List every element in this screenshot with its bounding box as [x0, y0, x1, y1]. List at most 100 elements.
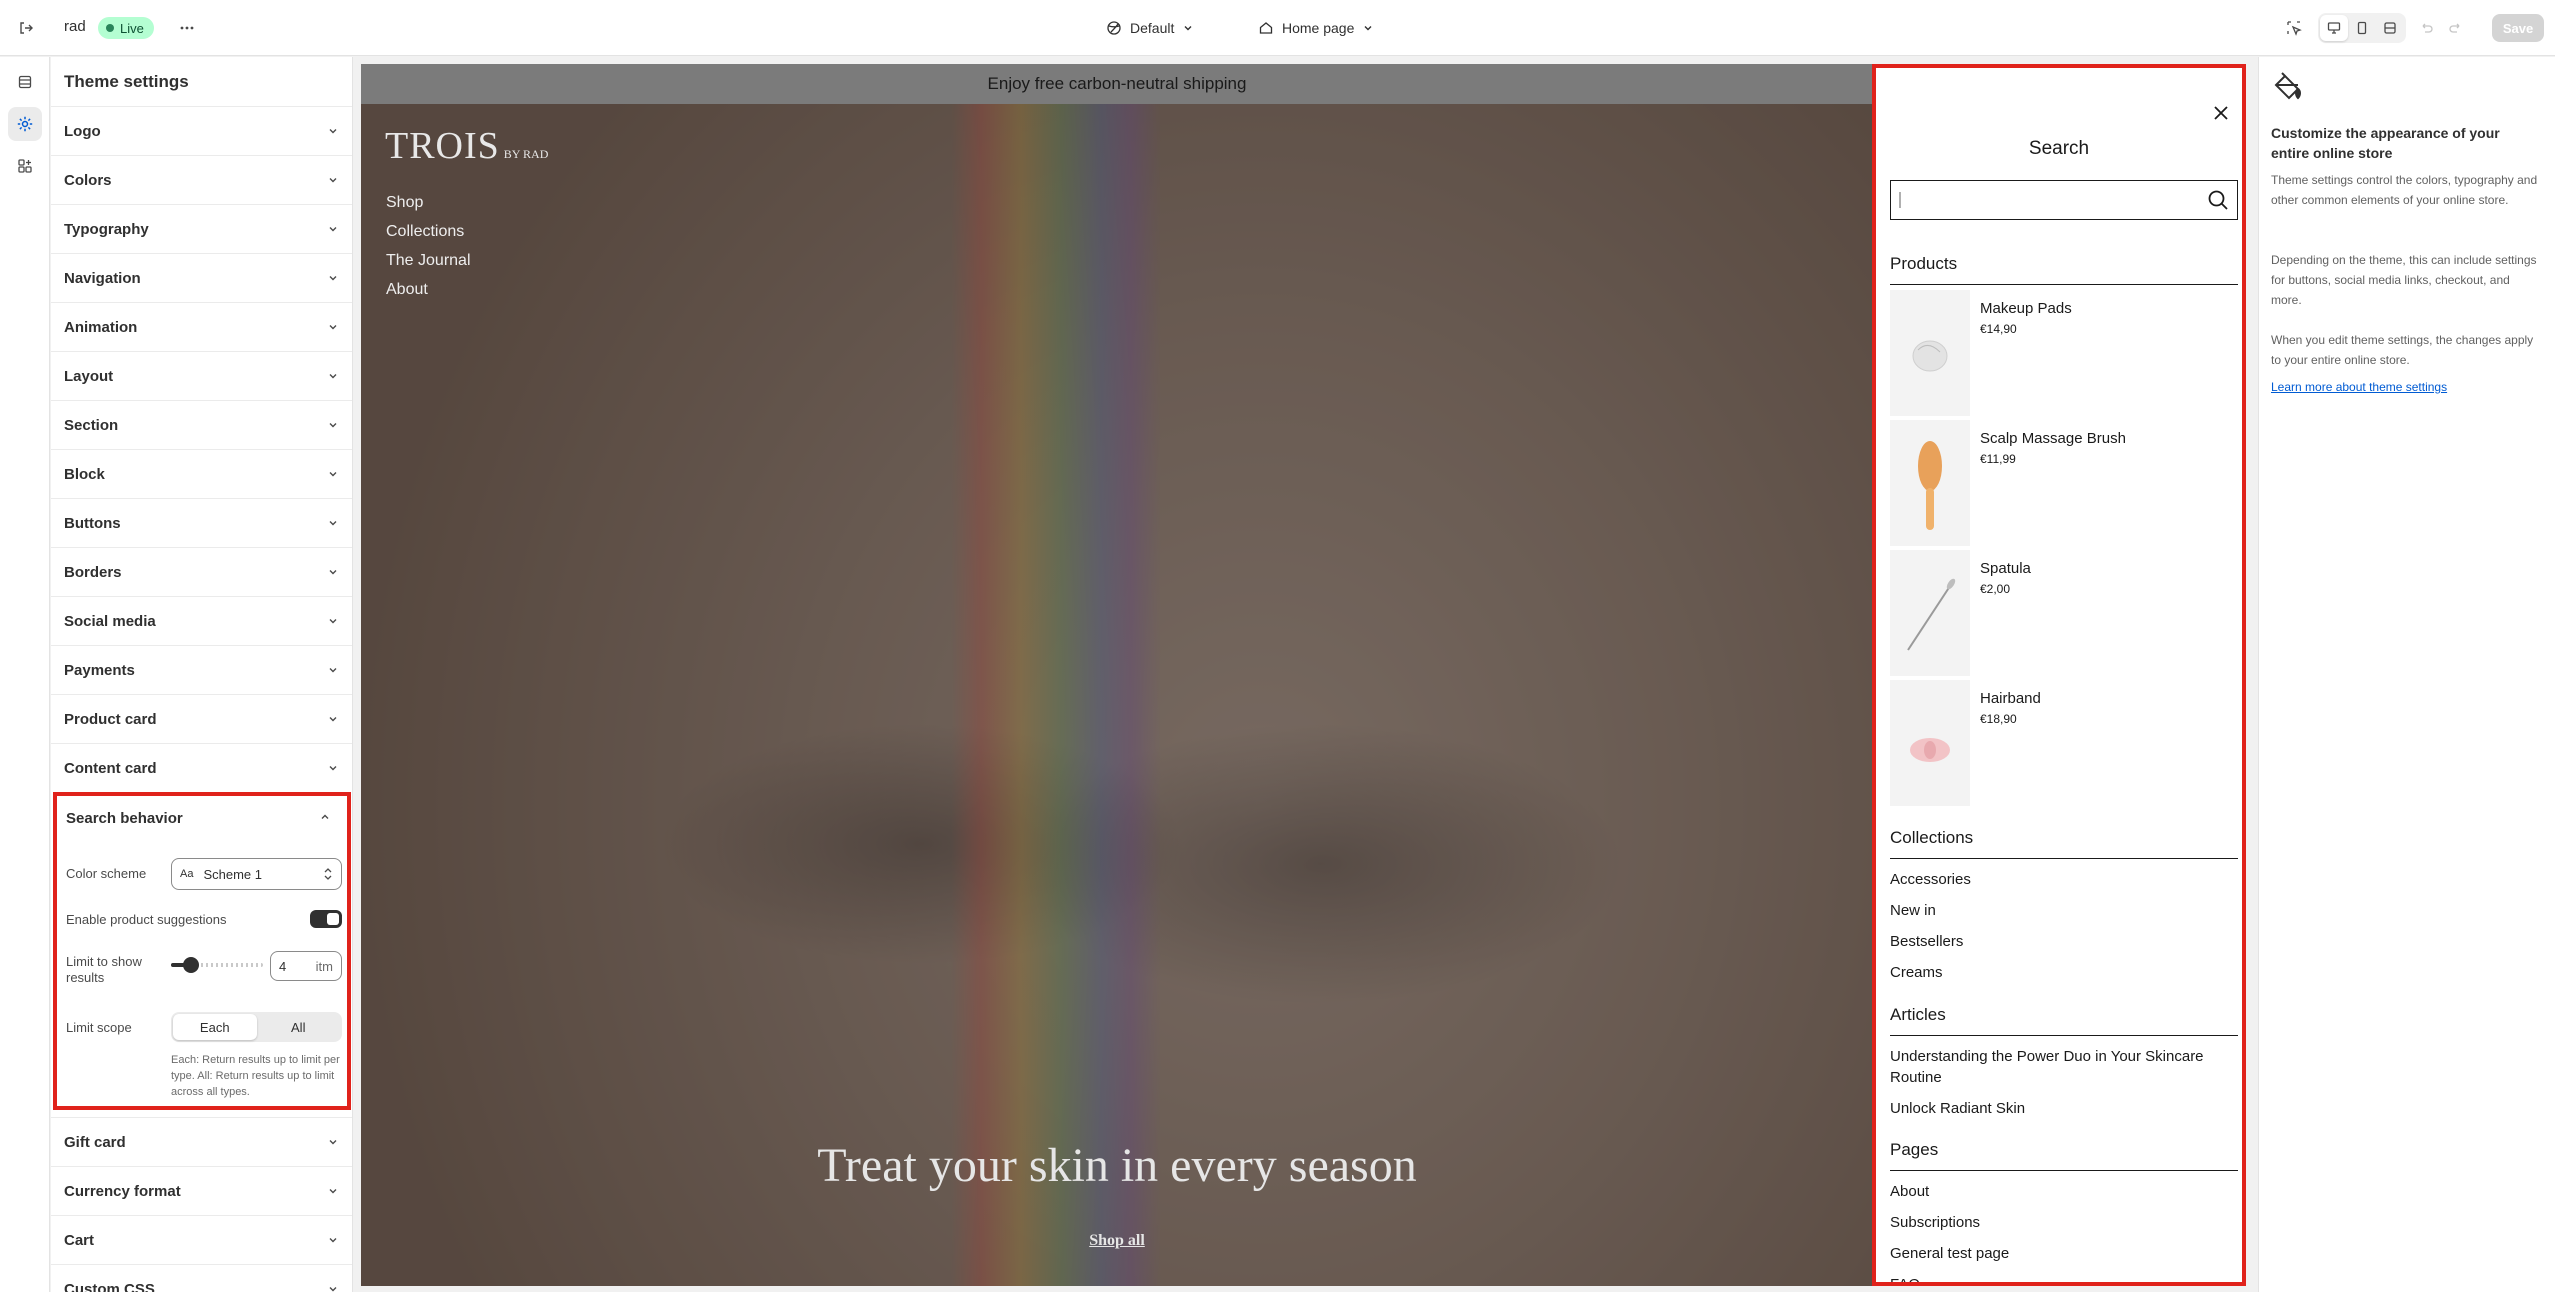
info-paragraph: Depending on the theme, this can include…	[2271, 253, 2537, 307]
chevron-down-icon	[329, 1140, 337, 1145]
accordion-content-card[interactable]: Content card	[51, 743, 352, 792]
product-name: Makeup Pads	[1980, 300, 2072, 317]
accordion-label: Buttons	[64, 514, 121, 532]
theme-select[interactable]: Default	[1106, 14, 1194, 42]
desktop-view-icon[interactable]	[2320, 15, 2348, 41]
limit-results-slider[interactable]	[171, 957, 263, 973]
product-price: €18,90	[1980, 712, 2017, 726]
accordion-social-media[interactable]: Social media	[51, 596, 352, 645]
product-result[interactable]: Spatula €2,00	[1890, 550, 2238, 676]
exit-icon[interactable]	[10, 12, 42, 44]
globe-icon	[1107, 21, 1121, 35]
accordion-currency-format[interactable]: Currency format	[51, 1166, 352, 1215]
scope-each-option[interactable]: Each	[173, 1014, 257, 1040]
nav-collections[interactable]: Collections	[386, 223, 464, 241]
product-result[interactable]: Scalp Massage Brush €11,99	[1890, 420, 2238, 546]
accordion-navigation[interactable]: Navigation	[51, 253, 352, 302]
collection-result[interactable]: Bestsellers	[1890, 931, 2230, 952]
page-result[interactable]: FAQ	[1890, 1274, 2230, 1282]
info-paragraph: Theme settings control the colors, typog…	[2271, 173, 2538, 207]
accordion-label: Section	[64, 416, 119, 434]
chevron-down-icon	[329, 766, 337, 771]
accordion-gift-card[interactable]: Gift card	[51, 1117, 352, 1166]
mobile-view-icon[interactable]	[2348, 15, 2376, 41]
color-scheme-label: Color scheme	[66, 866, 147, 881]
accordion-layout[interactable]: Layout	[51, 351, 352, 400]
nav-about[interactable]: About	[386, 281, 428, 299]
divider	[1890, 1170, 2238, 1171]
redo-icon[interactable]	[2440, 12, 2472, 44]
product-name: Spatula	[1980, 560, 2031, 577]
accordion-block[interactable]: Block	[51, 449, 352, 498]
status-label: Live	[120, 20, 144, 36]
search-input[interactable]	[1890, 180, 2238, 220]
nav-journal[interactable]: The Journal	[386, 252, 471, 270]
page-result[interactable]: About	[1890, 1181, 2230, 1202]
accordion-label: Custom CSS	[64, 1280, 155, 1292]
chevron-down-icon	[329, 668, 337, 673]
page-select[interactable]: Home page	[1258, 14, 1374, 42]
accordion-label: Currency format	[64, 1182, 181, 1200]
panel-title: Theme settings	[64, 72, 189, 91]
limit-scope-segmented: Each All	[171, 1012, 342, 1042]
search-behavior-title[interactable]: Search behavior	[66, 810, 183, 827]
limit-results-input[interactable]: 4 itm	[270, 951, 342, 981]
accordion-logo[interactable]: Logo	[51, 106, 352, 155]
product-result[interactable]: Makeup Pads €14,90	[1890, 290, 2238, 416]
accordion-cart[interactable]: Cart	[51, 1215, 352, 1264]
chevron-up-icon[interactable]	[319, 811, 331, 823]
product-price: €11,99	[1980, 452, 2016, 466]
products-heading: Products	[1890, 254, 1958, 273]
drawer-overlay[interactable]	[361, 64, 1873, 1286]
close-icon[interactable]	[2212, 104, 2230, 122]
product-result[interactable]: Hairband €18,90	[1890, 680, 2238, 806]
save-button[interactable]: Save	[2492, 14, 2544, 42]
chevron-down-icon	[329, 717, 337, 722]
sections-icon[interactable]	[8, 65, 42, 99]
scheme-swatch-icon: Aa	[180, 868, 194, 880]
product-name: Hairband	[1980, 690, 2041, 707]
accordion-product-card[interactable]: Product card	[51, 694, 352, 743]
accordion-section[interactable]: Section	[51, 400, 352, 449]
shop-all-link[interactable]: Shop all	[361, 1232, 1873, 1250]
slider-thumb[interactable]	[183, 957, 200, 973]
learn-more-link[interactable]: Learn more about theme settings	[2271, 380, 2447, 394]
article-result[interactable]: Unlock Radiant Skin	[1890, 1098, 2230, 1119]
more-actions-icon[interactable]	[171, 12, 203, 44]
accordion-buttons[interactable]: Buttons	[51, 498, 352, 547]
inspector-icon[interactable]	[2278, 12, 2310, 44]
page-result[interactable]: General test page	[1890, 1243, 2230, 1264]
color-scheme-select[interactable]: Aa Scheme 1	[171, 858, 342, 890]
accordion-payments[interactable]: Payments	[51, 645, 352, 694]
chevron-down-icon	[329, 570, 337, 575]
scope-all-option[interactable]: All	[257, 1014, 341, 1040]
product-price: €14,90	[1980, 322, 2017, 336]
accordion-label: Borders	[64, 563, 122, 581]
collection-result[interactable]: Creams	[1890, 962, 2230, 983]
select-arrows-icon	[324, 868, 332, 880]
product-suggestions-label: Enable product suggestions	[66, 912, 227, 927]
page-result[interactable]: Subscriptions	[1890, 1212, 2230, 1233]
accordion-label: Colors	[64, 171, 112, 189]
product-suggestions-toggle[interactable]	[310, 910, 342, 928]
product-thumbnail	[1890, 550, 1970, 676]
nav-shop[interactable]: Shop	[386, 194, 423, 212]
undo-icon[interactable]	[2410, 12, 2442, 44]
search-icon[interactable]	[2207, 189, 2229, 211]
accordion-typography[interactable]: Typography	[51, 204, 352, 253]
article-result[interactable]: Understanding the Power Duo in Your Skin…	[1890, 1046, 2230, 1088]
accordion-custom-css[interactable]: Custom CSS	[51, 1264, 352, 1292]
collection-result[interactable]: New in	[1890, 900, 2230, 921]
chevron-down-icon	[329, 129, 337, 134]
theme-settings-gear-icon[interactable]	[8, 107, 42, 141]
fullscreen-view-icon[interactable]	[2376, 15, 2404, 41]
accordion-animation[interactable]: Animation	[51, 302, 352, 351]
collection-result[interactable]: Accessories	[1890, 869, 2230, 890]
accordion-colors[interactable]: Colors	[51, 155, 352, 204]
divider	[1890, 284, 2238, 285]
brand-logo[interactable]: TROIS BY RAD	[385, 124, 548, 168]
collections-heading: Collections	[1890, 828, 1974, 847]
accordion-borders[interactable]: Borders	[51, 547, 352, 596]
apps-icon[interactable]	[8, 149, 42, 183]
product-price: €2,00	[1980, 582, 2011, 596]
